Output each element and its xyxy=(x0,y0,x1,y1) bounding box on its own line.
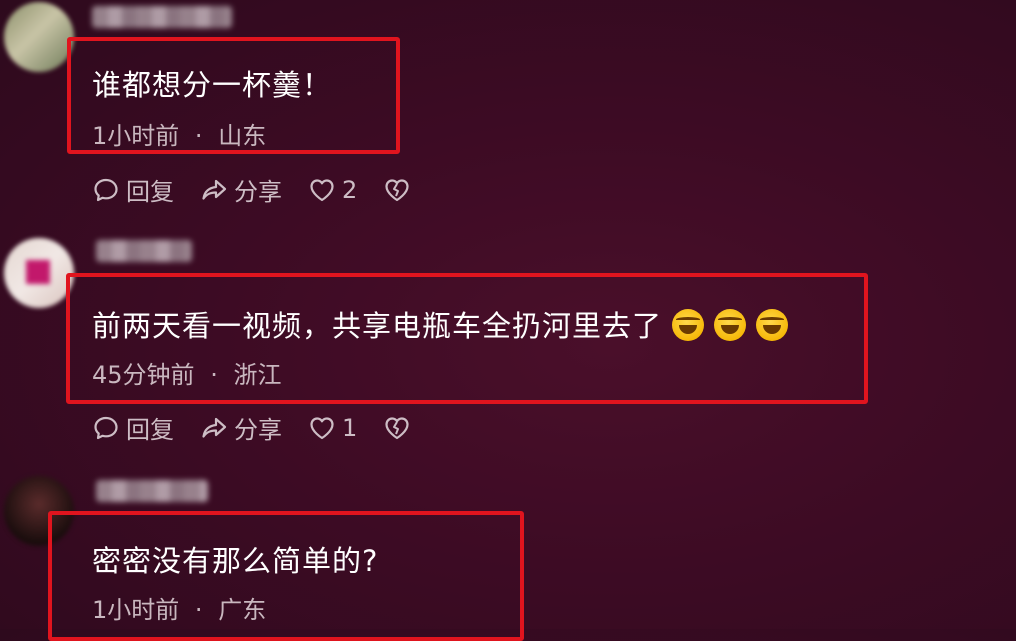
heart-outline-icon xyxy=(310,178,334,201)
share-label: 分享 xyxy=(234,416,282,444)
share-arrow-icon xyxy=(202,417,227,438)
avatar[interactable] xyxy=(4,2,74,72)
comment-location: 广东 xyxy=(218,596,267,624)
username[interactable] xyxy=(96,240,192,262)
comment-text: 谁都想分一杯羹！ xyxy=(92,68,333,102)
like-button[interactable]: 2 xyxy=(308,176,357,204)
comment-actions: 回复 分享 2 xyxy=(92,172,411,207)
dislike-button[interactable] xyxy=(383,414,411,442)
comment-actions: 回复 分享 1 xyxy=(92,410,411,445)
reply-label: 回复 xyxy=(126,178,174,206)
speech-bubble-icon xyxy=(94,178,118,201)
comment-location: 山东 xyxy=(218,122,267,150)
avatar[interactable] xyxy=(4,238,74,308)
comment-location: 浙江 xyxy=(233,361,282,389)
reply-button[interactable]: 回复 xyxy=(92,172,174,207)
laughing-tears-icon xyxy=(672,309,705,341)
share-button[interactable]: 分享 xyxy=(200,172,282,207)
comment-time: 45分钟前 xyxy=(92,361,195,389)
meta-separator: · xyxy=(194,596,203,624)
broken-heart-icon xyxy=(385,178,409,201)
username[interactable] xyxy=(96,480,208,502)
comment-text-content: 前两天看一视频，共享电瓶车全扔河里去了 xyxy=(92,309,663,343)
share-button[interactable]: 分享 xyxy=(200,410,282,445)
like-count: 2 xyxy=(342,175,358,204)
laughing-tears-icon xyxy=(756,309,789,341)
comment-text: 前两天看一视频，共享电瓶车全扔河里去了 xyxy=(92,303,789,345)
like-count: 1 xyxy=(342,413,358,442)
comment-time: 1小时前 xyxy=(92,122,180,150)
meta-separator: · xyxy=(210,361,218,389)
speech-bubble-icon xyxy=(94,416,118,439)
meta-separator: · xyxy=(194,122,203,150)
heart-outline-icon xyxy=(310,416,334,439)
comment-meta: 1小时前 · 广东 xyxy=(92,590,266,625)
comment-time: 1小时前 xyxy=(92,596,180,624)
dislike-button[interactable] xyxy=(383,176,411,204)
laughing-tears-icon xyxy=(714,309,747,341)
share-label: 分享 xyxy=(234,178,282,206)
reply-label: 回复 xyxy=(126,416,174,444)
comment-meta: 1小时前 · 山东 xyxy=(92,116,266,151)
like-button[interactable]: 1 xyxy=(308,414,357,442)
broken-heart-icon xyxy=(385,416,409,439)
username[interactable] xyxy=(92,6,232,28)
reply-button[interactable]: 回复 xyxy=(92,410,174,445)
comment-meta: 45分钟前 · 浙江 xyxy=(92,355,281,390)
comment-text: 密密没有那么简单的? xyxy=(92,544,379,578)
share-arrow-icon xyxy=(202,179,227,200)
